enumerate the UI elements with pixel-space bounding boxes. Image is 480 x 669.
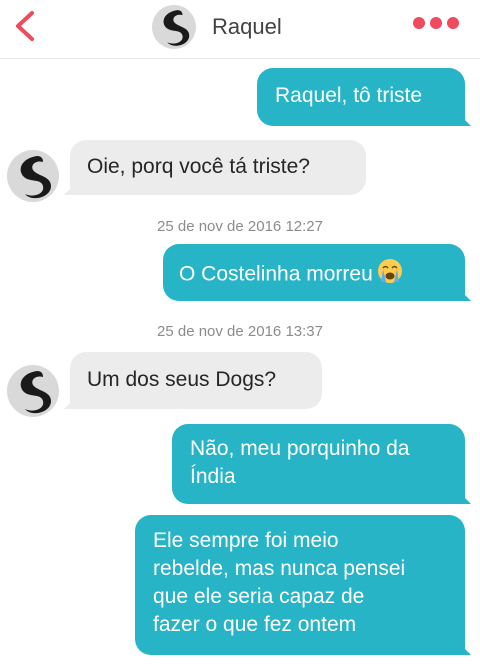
message-bubble-sent[interactable]: O Costelinha morreu [163,244,471,301]
message-text-line: Ele sempre foi meio [153,529,339,552]
message-bubble-received[interactable]: Oie, porq você tá triste? [64,140,366,195]
message-timestamp: 25 de nov de 2016 13:37 [157,323,323,340]
chat-header: Raquel [0,0,480,59]
chevron-left-icon[interactable] [10,9,40,43]
message-text-line: rebelde, mas nunca pensei [153,557,406,580]
message-text-line: fazer o que fez ontem [153,613,357,636]
message-text: Um dos seus Dogs? [87,368,277,391]
message-bubble-sent[interactable]: Raquel, tô triste [257,68,471,126]
contact-avatar[interactable] [7,365,59,417]
contact-avatar[interactable] [152,5,196,49]
message-text: Raquel, tô triste [275,84,423,107]
message-timestamp: 25 de nov de 2016 12:27 [157,218,323,235]
message-text: Oie, porq você tá triste? [87,155,310,178]
message-text-line: Índia [190,465,236,488]
message-text: O Costelinha morreu [179,262,373,286]
crying-face-icon [377,258,403,292]
message-text-line: que ele seria capaz de [153,585,365,608]
message-bubble-sent[interactable]: Não, meu porquinho da Índia [172,424,471,504]
contact-name[interactable]: Raquel [212,14,282,40]
message-text-line: Não, meu porquinho da [190,437,410,460]
contact-avatar[interactable] [7,150,59,202]
message-bubble-sent[interactable]: Ele sempre foi meio rebelde, mas nunca p… [135,515,471,655]
more-dots-icon[interactable] [413,17,459,31]
message-bubble-received[interactable]: Um dos seus Dogs? [64,352,322,409]
